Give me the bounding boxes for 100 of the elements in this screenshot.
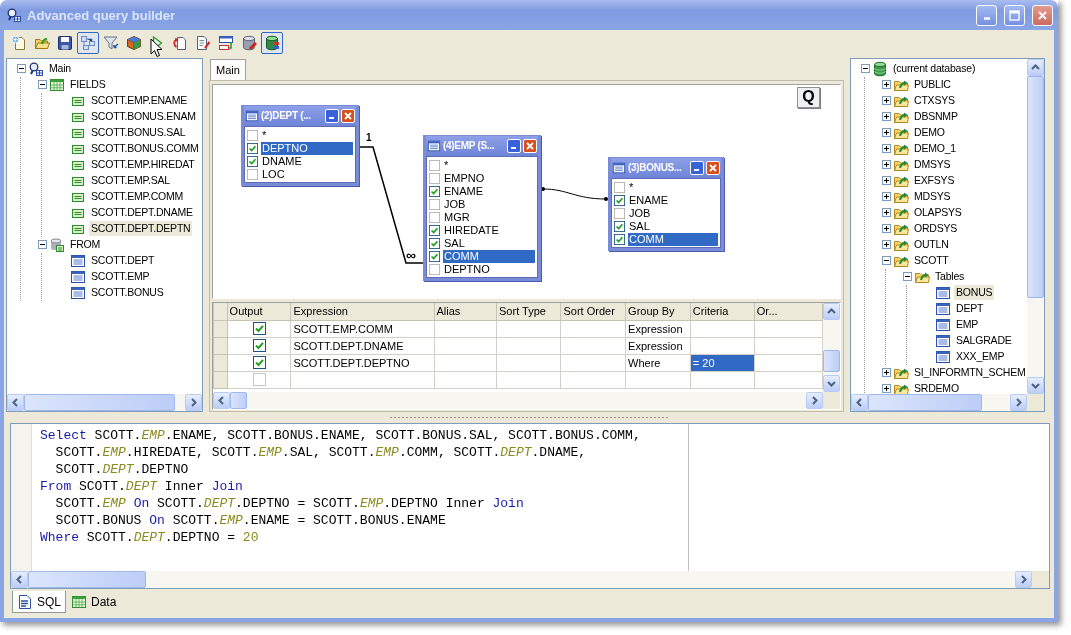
field-name[interactable]: * (443, 158, 535, 172)
close-button[interactable] (1032, 4, 1053, 26)
checkbox[interactable] (429, 159, 440, 171)
tree-toggle[interactable] (37, 80, 47, 90)
tree-item[interactable]: SCOTT.EMP.SAL (89, 173, 172, 189)
tree-item[interactable]: DEMO (912, 125, 947, 141)
tree-item[interactable]: OLAPSYS (912, 205, 964, 221)
tree-item[interactable]: SCOTT.BONUS (89, 285, 166, 301)
minimize-button[interactable] (507, 138, 521, 153)
tree-item[interactable]: SI_INFORMTN_SCHEM (912, 365, 1027, 381)
table-cell[interactable] (690, 337, 755, 355)
tree-item[interactable]: SCOTT.BONUS.COMM (89, 141, 201, 157)
tree-item[interactable]: EXFSYS (912, 173, 957, 189)
tree-item[interactable]: DMSYS (912, 157, 953, 173)
tree-item[interactable]: BONUS (954, 285, 995, 301)
scroll-thumb[interactable] (868, 393, 982, 411)
scroll-up-button[interactable] (823, 302, 840, 320)
tree-item[interactable]: SCOTT.EMP.COMM (89, 189, 186, 205)
vertical-scrollbar[interactable] (823, 302, 840, 392)
maximize-button[interactable] (1004, 4, 1025, 26)
tree-toggle[interactable] (881, 112, 891, 122)
column-header[interactable]: Sort Order (560, 302, 626, 321)
tree-toggle[interactable] (881, 224, 891, 234)
tree-item[interactable]: SCOTT.EMP.HIREDAT (89, 157, 197, 173)
checkbox[interactable] (614, 233, 625, 245)
horizontal-scrollbar[interactable] (851, 393, 1027, 411)
table-cell[interactable] (690, 371, 755, 389)
tree-toggle[interactable] (37, 240, 47, 250)
field-name[interactable]: JOB (628, 206, 718, 220)
tree-toggle[interactable] (881, 144, 891, 154)
field-name[interactable]: * (628, 180, 718, 194)
field-name[interactable]: MGR (443, 210, 535, 224)
tree-item[interactable]: Main (47, 61, 73, 77)
tree-item[interactable]: SCOTT.EMP (89, 269, 152, 285)
tree-toggle[interactable] (902, 272, 912, 282)
checkbox[interactable] (429, 263, 440, 275)
column-header[interactable]: Output (227, 302, 291, 321)
scroll-down-button[interactable] (823, 374, 840, 392)
tree-item[interactable]: OUTLN (912, 237, 951, 253)
tree-toggle[interactable] (881, 80, 891, 90)
checkbox[interactable] (429, 172, 440, 184)
scroll-thumb[interactable] (823, 349, 840, 372)
tree-item[interactable]: XXX_EMP (954, 349, 1007, 365)
tree-toggle[interactable] (881, 256, 891, 266)
checkbox[interactable] (429, 185, 440, 197)
checkbox[interactable] (429, 237, 440, 249)
tab[interactable]: Data (66, 591, 122, 614)
field-name[interactable]: DNAME (261, 154, 353, 168)
table-window[interactable]: (3)BONUS... * ENAME JOB SAL COMM (608, 156, 724, 251)
tree-item[interactable]: FIELDS (68, 77, 108, 93)
scroll-thumb[interactable] (230, 391, 248, 409)
field-name[interactable]: DEPTNO (443, 262, 535, 276)
tree-toggle[interactable] (881, 176, 891, 186)
field-name[interactable]: SAL (443, 236, 535, 250)
scroll-right-button[interactable] (1015, 571, 1032, 589)
tree-toggle[interactable] (881, 240, 891, 250)
checkbox[interactable] (252, 339, 266, 353)
tree-item[interactable]: PUBLIC (912, 77, 953, 93)
tree-toggle[interactable] (881, 384, 891, 394)
column-header[interactable]: Expression (290, 302, 434, 321)
checkbox[interactable] (429, 211, 440, 223)
tree-item[interactable]: SALGRADE (954, 333, 1014, 349)
checkbox[interactable] (429, 198, 440, 210)
query-button[interactable]: Q (797, 86, 820, 108)
tree-toggle[interactable] (860, 64, 870, 74)
checkbox[interactable] (614, 194, 625, 206)
checkbox[interactable] (614, 207, 625, 219)
field-name[interactable]: * (261, 128, 353, 142)
column-header[interactable]: Or... (754, 302, 823, 321)
checkbox[interactable] (429, 224, 440, 236)
checkbox[interactable] (252, 356, 266, 370)
column-header[interactable]: Group By (625, 302, 691, 321)
tree-item[interactable]: CTXSYS (912, 93, 957, 109)
checkbox[interactable] (429, 250, 440, 262)
tree-item[interactable]: Tables (933, 269, 967, 285)
column-header[interactable]: Alias (434, 302, 497, 321)
scroll-up-button[interactable] (1027, 58, 1044, 76)
table-window[interactable]: (4)EMP (S... * EMPNO ENAME JOB MGR HIREDATE SAL COMM DEPTNO (423, 134, 541, 281)
checkbox[interactable] (614, 181, 625, 193)
table-window[interactable]: (2)DEPT (... * DEPTNO DNAME LOC (241, 104, 359, 186)
checkbox[interactable] (247, 129, 258, 141)
column-header[interactable]: Criteria (690, 302, 755, 321)
tree-item[interactable]: (current database) (891, 61, 978, 77)
horizontal-scrollbar[interactable] (11, 571, 1032, 589)
horizontal-scrollbar[interactable] (213, 391, 823, 409)
tree-item[interactable]: SCOTT.BONUS.SAL (89, 125, 188, 141)
checkbox[interactable] (247, 168, 258, 180)
scroll-left-button[interactable] (11, 571, 28, 589)
tree-item[interactable]: EMP (954, 317, 981, 333)
scroll-left-button[interactable] (213, 391, 230, 409)
toolbar-button[interactable] (261, 31, 283, 54)
field-name[interactable]: COMM (443, 249, 535, 263)
tree-toggle[interactable] (881, 128, 891, 138)
tree-item[interactable]: SCOTT.DEPT.DNAME (89, 205, 195, 221)
tree-item[interactable]: SCOTT.DEPT (89, 253, 157, 269)
tab[interactable]: SQL (12, 591, 66, 614)
checkbox[interactable] (614, 220, 625, 232)
field-name[interactable]: EMPNO (443, 171, 535, 185)
scroll-right-button[interactable] (1010, 393, 1027, 411)
field-name[interactable]: LOC (261, 167, 353, 181)
